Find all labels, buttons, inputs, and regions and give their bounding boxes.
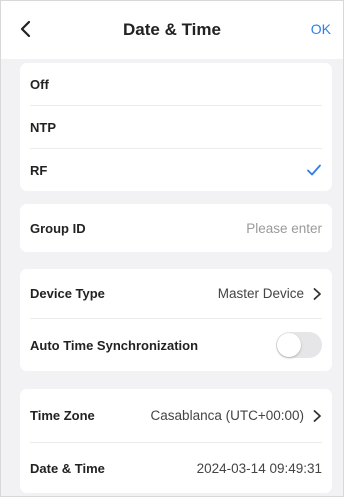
group-id-card: Group ID Please enter <box>20 204 332 252</box>
sync-option-ntp[interactable]: NTP <box>30 106 322 149</box>
device-card: Device Type Master Device Auto Time Sync… <box>20 269 332 371</box>
time-zone-row[interactable]: Time Zone Casablanca (UTC+00:00) <box>30 389 322 443</box>
time-zone-value-wrap: Casablanca (UTC+00:00) <box>151 408 322 423</box>
top-bar: Date & Time OK <box>1 1 343 59</box>
time-card: Time Zone Casablanca (UTC+00:00) Date & … <box>20 389 332 493</box>
chevron-right-icon <box>313 287 321 300</box>
sync-option-label: NTP <box>30 119 56 135</box>
page-title: Date & Time <box>123 20 221 39</box>
checkmark-icon <box>307 164 321 176</box>
sync-option-label: Off <box>30 76 49 92</box>
date-time-value: 2024-03-14 09:49:31 <box>196 460 322 476</box>
auto-sync-label: Auto Time Synchronization <box>30 337 199 353</box>
time-zone-value: Casablanca (UTC+00:00) <box>150 408 304 423</box>
auto-sync-toggle[interactable] <box>276 332 322 358</box>
sync-option-off[interactable]: Off <box>30 63 322 106</box>
time-zone-label: Time Zone <box>30 408 95 423</box>
group-id-row[interactable]: Group ID Please enter <box>30 204 322 252</box>
device-type-label: Device Type <box>30 286 105 301</box>
device-type-value: Master Device <box>217 286 304 301</box>
sync-option-label: RF <box>30 162 48 178</box>
group-id-input[interactable]: Please enter <box>246 221 322 236</box>
date-time-row[interactable]: Date & Time 2024-03-14 09:49:31 <box>30 443 322 493</box>
ok-button[interactable]: OK <box>311 21 331 37</box>
auto-sync-row: Auto Time Synchronization <box>30 319 322 371</box>
sync-option-rf[interactable]: RF <box>30 149 322 191</box>
chevron-right-icon <box>313 409 321 422</box>
toggle-knob <box>277 333 301 357</box>
sync-mode-card: Off NTP RF <box>20 63 332 191</box>
date-time-label: Date & Time <box>30 460 105 476</box>
group-id-label: Group ID <box>30 220 86 236</box>
device-type-value-wrap: Master Device <box>218 286 322 301</box>
device-type-row[interactable]: Device Type Master Device <box>30 269 322 319</box>
